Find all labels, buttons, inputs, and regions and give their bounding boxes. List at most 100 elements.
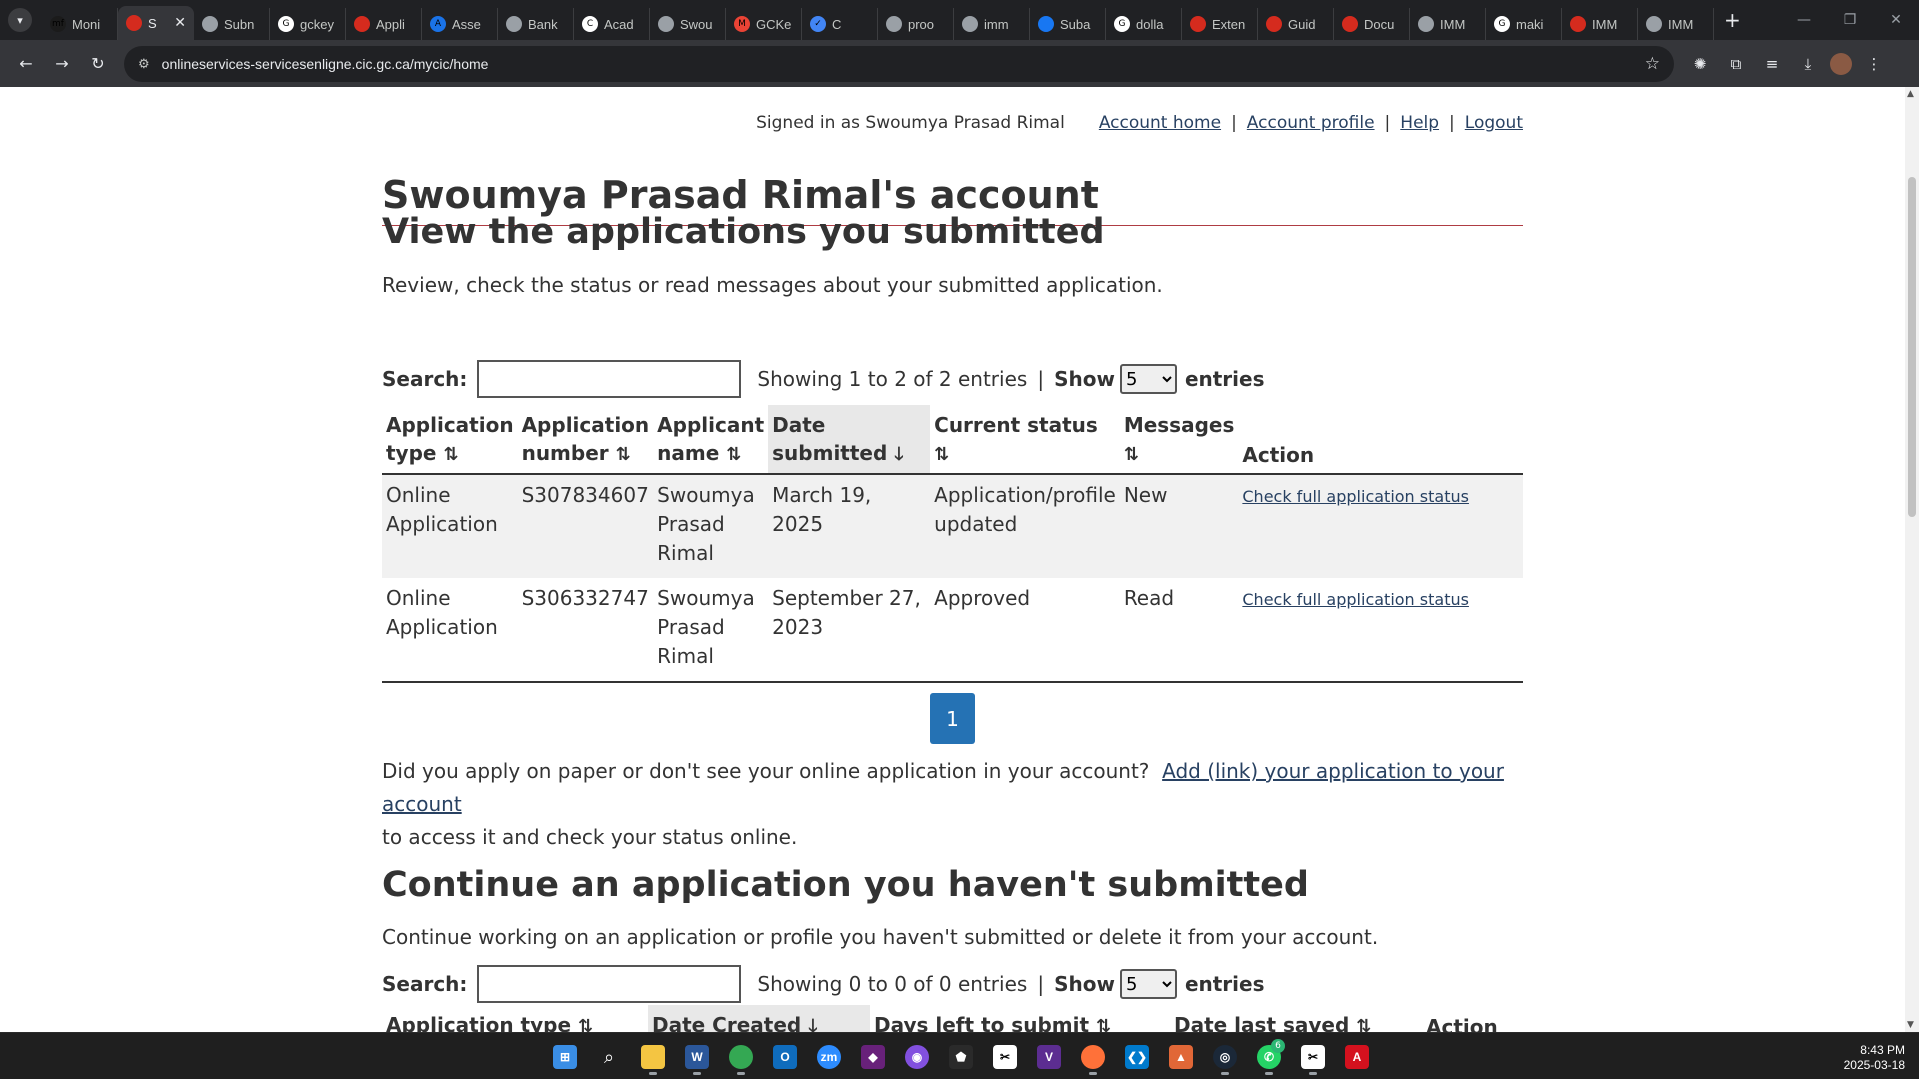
browser-tab[interactable]: Swou bbox=[650, 8, 726, 40]
word-button[interactable]: W bbox=[679, 1039, 715, 1075]
visual-studio-button[interactable]: ◆ bbox=[855, 1039, 891, 1075]
page-size-select[interactable]: 5 bbox=[1119, 364, 1177, 394]
browser-tab[interactable]: proo bbox=[878, 8, 954, 40]
browser-tab[interactable]: A Asse bbox=[422, 8, 498, 40]
col-application-number[interactable]: Application number ⇅ bbox=[517, 405, 654, 475]
menu-kebab-icon[interactable]: ⋮ bbox=[1860, 50, 1888, 78]
new-tab-icon[interactable]: + bbox=[1714, 8, 1751, 32]
cell-name: Swoumya Prasad Rimal bbox=[653, 474, 769, 578]
browser-tab[interactable]: Gdolla bbox=[1106, 8, 1182, 40]
page-scrollbar[interactable]: ▲ ▼ bbox=[1905, 87, 1919, 1032]
system-clock[interactable]: 8:43 PM 2025-03-18 bbox=[1844, 1043, 1905, 1073]
firefox-button[interactable] bbox=[1075, 1039, 1111, 1075]
outlook-button[interactable]: O bbox=[767, 1039, 803, 1075]
page-1-button[interactable]: 1 bbox=[930, 693, 975, 744]
browser-tab[interactable]: mf Moni bbox=[42, 8, 118, 40]
back-icon[interactable]: ← bbox=[8, 46, 44, 82]
capcut-button[interactable]: ✂ bbox=[987, 1039, 1023, 1075]
browser-tab[interactable]: Bank bbox=[498, 8, 574, 40]
logout-link[interactable]: Logout bbox=[1465, 113, 1523, 133]
account-home-link[interactable]: Account home bbox=[1099, 113, 1221, 133]
capcut2-button[interactable]: ✂ bbox=[1295, 1039, 1331, 1075]
browser-tab[interactable]: S ✕ bbox=[118, 6, 194, 40]
col-application-type[interactable]: Application type ⇅ bbox=[382, 405, 518, 475]
browser-tab[interactable]: Docu bbox=[1334, 8, 1410, 40]
browser-tab[interactable]: imm bbox=[954, 8, 1030, 40]
github-desktop-button[interactable]: ◉ bbox=[899, 1039, 935, 1075]
col-messages[interactable]: Messages ⇅ bbox=[1119, 405, 1239, 475]
address-bar[interactable]: ⚙ onlineservices-servicesenligne.cic.gc.… bbox=[124, 45, 1674, 82]
browser-tab[interactable]: C Acad bbox=[574, 8, 650, 40]
scroll-up-icon[interactable]: ▲ bbox=[1907, 89, 1914, 99]
col-application-type[interactable]: Application type ⇅ bbox=[382, 1005, 648, 1032]
tab-favicon-icon bbox=[658, 16, 674, 32]
browser-tab[interactable]: Exten bbox=[1182, 8, 1258, 40]
vscode-button[interactable]: ❮❯ bbox=[1119, 1039, 1155, 1075]
media-icon[interactable]: ≡ bbox=[1758, 50, 1786, 78]
help-link[interactable]: Help bbox=[1400, 113, 1439, 133]
nav-separator: | bbox=[1231, 113, 1237, 133]
check-status-link[interactable]: Check full application status bbox=[1242, 590, 1469, 609]
browser-tab[interactable]: Suba bbox=[1030, 8, 1106, 40]
tab-favicon-icon: G bbox=[278, 16, 294, 32]
tab-search-icon[interactable]: ▾ bbox=[8, 8, 32, 32]
browser-tab[interactable]: IMM bbox=[1410, 8, 1486, 40]
scroll-down-icon[interactable]: ▼ bbox=[1907, 1020, 1914, 1030]
acrobat-button[interactable]: A bbox=[1339, 1039, 1375, 1075]
browser-tab[interactable]: IMM bbox=[1562, 8, 1638, 40]
tab-favicon-icon bbox=[1266, 16, 1282, 32]
close-tab-icon[interactable]: ✕ bbox=[174, 15, 186, 31]
zoom-icon: zm bbox=[817, 1045, 841, 1069]
pipe-separator: | bbox=[1037, 367, 1045, 391]
minimize-icon[interactable]: — bbox=[1781, 0, 1827, 40]
account-profile-link[interactable]: Account profile bbox=[1247, 113, 1375, 133]
extensions-puzzle-icon[interactable]: ⧉ bbox=[1722, 50, 1750, 78]
zoom-button[interactable]: zm bbox=[811, 1039, 847, 1075]
cell-number: S306332747 bbox=[517, 578, 654, 683]
site-info-icon[interactable]: ⚙ bbox=[138, 56, 150, 72]
close-window-icon[interactable]: ✕ bbox=[1873, 0, 1919, 40]
col-date-last-saved[interactable]: Date last saved ⇅ bbox=[1170, 1005, 1422, 1032]
browser-tab[interactable]: Appli bbox=[346, 8, 422, 40]
browser-tab[interactable]: Subn bbox=[194, 8, 270, 40]
scrollbar-thumb[interactable] bbox=[1908, 177, 1916, 517]
show-label: Show bbox=[1054, 972, 1115, 996]
col-date-submitted[interactable]: Date submitted 🡓 bbox=[768, 405, 931, 475]
col-applicant-name[interactable]: Applicant name ⇅ bbox=[653, 405, 769, 475]
start-button[interactable]: ⊞ bbox=[547, 1039, 583, 1075]
chrome-button[interactable] bbox=[723, 1039, 759, 1075]
check-status-link[interactable]: Check full application status bbox=[1242, 487, 1469, 506]
col-current-status[interactable]: Current status ⇅ bbox=[930, 405, 1120, 475]
file-explorer-button[interactable] bbox=[635, 1039, 671, 1075]
running-indicator bbox=[737, 1072, 745, 1075]
whatsapp-button[interactable]: ✆ 6 bbox=[1251, 1039, 1287, 1075]
submitted-search-input[interactable] bbox=[477, 360, 742, 398]
search-taskbar-button[interactable]: ⌕ bbox=[591, 1039, 627, 1075]
tab-title: S bbox=[148, 15, 157, 31]
steam-button[interactable]: ◎ bbox=[1207, 1039, 1243, 1075]
folder-icon bbox=[641, 1045, 665, 1069]
browser-tab[interactable]: Guid bbox=[1258, 8, 1334, 40]
browser-tab[interactable]: Gmaki bbox=[1486, 8, 1562, 40]
forward-icon[interactable]: → bbox=[44, 46, 80, 82]
download-icon[interactable]: ⤓ bbox=[1794, 50, 1822, 78]
page-content: Signed in as Swoumya Prasad Rimal Accoun… bbox=[0, 87, 1905, 1032]
page-size-select[interactable]: 5 bbox=[1119, 969, 1177, 999]
browser-tab[interactable]: Ggckey bbox=[270, 8, 346, 40]
browser-tab[interactable]: M GCKe bbox=[726, 8, 802, 40]
tab-title: Acad bbox=[604, 16, 634, 32]
visual-studio-installer-button[interactable]: V bbox=[1031, 1039, 1067, 1075]
bookmark-star-icon[interactable]: ☆ bbox=[1645, 54, 1660, 74]
col-date-created[interactable]: Date Created 🡓 bbox=[648, 1005, 870, 1032]
app-button[interactable]: ⬟ bbox=[943, 1039, 979, 1075]
browser-tab[interactable]: IMM bbox=[1638, 8, 1714, 40]
unsubmitted-search-input[interactable] bbox=[477, 965, 742, 1003]
reload-icon[interactable]: ↻ bbox=[80, 46, 116, 82]
profile-avatar[interactable] bbox=[1830, 52, 1852, 75]
matlab-button[interactable]: ▲ bbox=[1163, 1039, 1199, 1075]
capcut-icon: ✂ bbox=[1301, 1045, 1325, 1069]
col-days-left[interactable]: Days left to submit ⇅ bbox=[870, 1005, 1170, 1032]
restore-icon[interactable]: ❐ bbox=[1827, 0, 1873, 40]
browser-tab[interactable]: ✓ C bbox=[802, 8, 878, 40]
extension-icon[interactable]: ✺ bbox=[1686, 50, 1714, 78]
